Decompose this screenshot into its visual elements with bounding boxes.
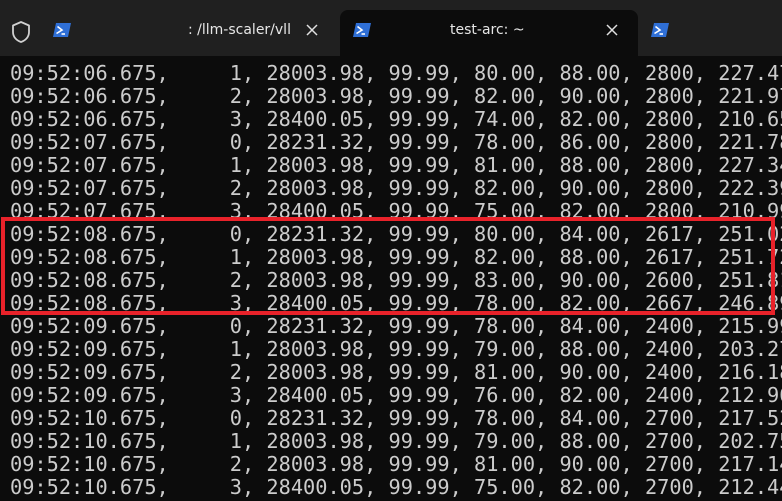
terminal-line: 09:52:08.675, 1, 28003.98, 99.99, 82.00,…	[10, 245, 782, 269]
terminal-line: 09:52:09.675, 2, 28003.98, 99.99, 81.00,…	[10, 360, 782, 384]
tab-llm-scaler[interactable]: : /llm-scaler/vll	[40, 10, 335, 56]
tab-third[interactable]	[640, 10, 782, 56]
terminal-line: 09:52:07.675, 1, 28003.98, 99.99, 81.00,…	[10, 153, 782, 177]
terminal-line: 09:52:09.675, 1, 28003.98, 99.99, 79.00,…	[10, 337, 782, 361]
tab-title: : /llm-scaler/vll	[188, 22, 291, 38]
terminal-line: 09:52:10.675, 3, 28400.05, 99.99, 75.00,…	[10, 475, 782, 499]
tab-bar: : /llm-scaler/vll test-arc: ~	[0, 0, 782, 56]
terminal-line: 09:52:10.675, 0, 28231.32, 99.99, 78.00,…	[10, 406, 782, 430]
terminal-line: 09:52:09.675, 0, 28231.32, 99.99, 78.00,…	[10, 314, 782, 338]
close-icon[interactable]	[303, 21, 321, 39]
close-icon[interactable]	[603, 21, 621, 39]
terminal-line: 09:52:09.675, 3, 28400.05, 99.99, 76.00,…	[10, 383, 782, 407]
terminal-line: 09:52:08.675, 3, 28400.05, 99.99, 78.00,…	[10, 291, 782, 315]
terminal-line: 09:52:08.675, 0, 28231.32, 99.99, 80.00,…	[10, 222, 782, 246]
terminal-line: 09:52:06.675, 1, 28003.98, 99.99, 80.00,…	[10, 61, 782, 85]
terminal-line: 09:52:07.675, 2, 28003.98, 99.99, 82.00,…	[10, 176, 782, 200]
terminal-line: 09:52:08.675, 2, 28003.98, 99.99, 83.00,…	[10, 268, 782, 292]
terminal-line: 09:52:06.675, 2, 28003.98, 99.99, 82.00,…	[10, 84, 782, 108]
shield-icon[interactable]	[10, 20, 32, 44]
tab-title: test-arc: ~	[450, 22, 525, 38]
powershell-icon	[53, 23, 71, 37]
terminal-line: 09:52:10.675, 2, 28003.98, 99.99, 81.00,…	[10, 452, 782, 476]
tab-test-arc[interactable]: test-arc: ~	[340, 10, 638, 56]
terminal-line: 09:52:07.675, 3, 28400.05, 99.99, 75.00,…	[10, 199, 782, 223]
powershell-icon	[353, 23, 371, 37]
terminal-line: 09:52:06.675, 3, 28400.05, 99.99, 74.00,…	[10, 107, 782, 131]
terminal-output[interactable]: 09:52:06.675, 1, 28003.98, 99.99, 80.00,…	[0, 56, 782, 501]
terminal-line: 09:52:07.675, 0, 28231.32, 99.99, 78.00,…	[10, 130, 782, 154]
powershell-icon	[651, 23, 669, 37]
terminal-line: 09:52:10.675, 1, 28003.98, 99.99, 79.00,…	[10, 429, 782, 453]
